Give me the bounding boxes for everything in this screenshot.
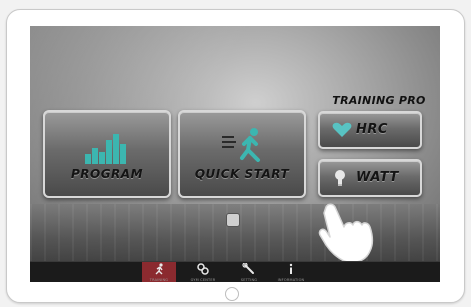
lightbulb-icon: [335, 170, 345, 186]
gym-center-icon: [197, 263, 209, 275]
wrench-icon: [242, 263, 254, 274]
runner-icon: [222, 128, 260, 162]
watt-button[interactable]: WATT: [318, 159, 422, 197]
nav-setting[interactable]: Setting: [232, 262, 266, 282]
device-screen: Program Quick Start Training Pro HRC WAT…: [30, 26, 440, 282]
watt-label: WATT: [356, 170, 399, 185]
runner-icon: [155, 263, 163, 275]
nav-training[interactable]: Training: [142, 262, 176, 282]
program-button[interactable]: Program: [43, 110, 171, 198]
screen-lock-icon[interactable]: [226, 213, 240, 227]
bar-chart-icon: [85, 134, 126, 164]
nav-information-label: Information: [277, 278, 305, 282]
quick-start-button[interactable]: Quick Start: [178, 110, 306, 198]
nav-gym-center[interactable]: Gym Center: [186, 262, 220, 282]
nav-training-label: Training: [149, 278, 169, 282]
hand-pointer-icon: [318, 203, 374, 264]
hrc-button[interactable]: HRC: [318, 111, 422, 149]
heart-icon: [332, 122, 352, 137]
quick-start-label: Quick Start: [194, 167, 290, 181]
program-label: Program: [70, 167, 144, 181]
nav-gym-center-label: Gym Center: [190, 278, 216, 282]
bottom-nav: Training Gym Center Setting Information: [30, 261, 440, 282]
info-icon: [289, 263, 293, 274]
training-pro-title: Training Pro: [332, 94, 426, 107]
nav-information[interactable]: Information: [274, 262, 308, 282]
home-button[interactable]: [225, 287, 239, 301]
nav-setting-label: Setting: [240, 278, 258, 282]
hrc-label: HRC: [356, 122, 388, 137]
